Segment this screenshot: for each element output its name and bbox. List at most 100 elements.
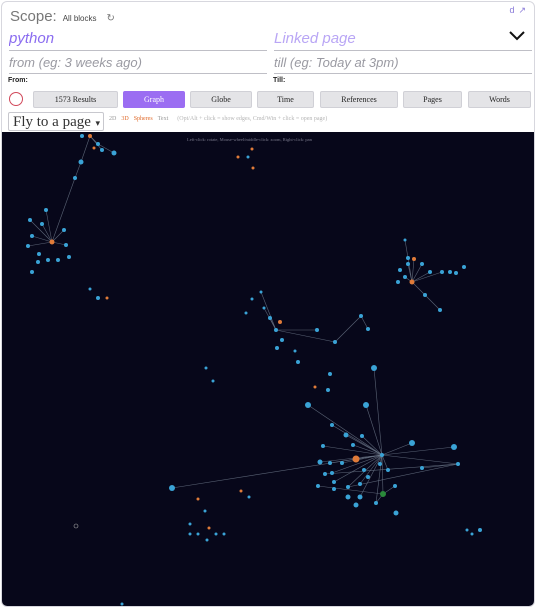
- graph-node[interactable]: [96, 296, 100, 300]
- tab-references[interactable]: References: [320, 91, 398, 108]
- graph-node[interactable]: [357, 494, 363, 500]
- record-toggle[interactable]: [9, 92, 23, 106]
- graph-node[interactable]: [374, 501, 378, 505]
- graph-hub-node[interactable]: [313, 385, 317, 389]
- graph-node[interactable]: [343, 432, 349, 438]
- graph-node[interactable]: [214, 532, 218, 536]
- till-date-input[interactable]: till (eg: Today at 3pm): [274, 55, 532, 74]
- graph-hub-node[interactable]: [278, 320, 282, 324]
- graph-hub-node[interactable]: [105, 296, 109, 300]
- graph-node[interactable]: [346, 485, 350, 489]
- graph-node[interactable]: [44, 208, 48, 212]
- graph-node[interactable]: [371, 365, 377, 371]
- graph-node[interactable]: [345, 494, 351, 500]
- graph-node[interactable]: [111, 150, 117, 156]
- graph-node[interactable]: [100, 148, 104, 152]
- graph-node[interactable]: [36, 260, 40, 264]
- graph-node[interactable]: [211, 379, 215, 383]
- graph-node[interactable]: [328, 372, 332, 376]
- mode-2d[interactable]: 2D: [109, 116, 116, 122]
- graph-node[interactable]: [293, 349, 297, 353]
- open-external-icon[interactable]: ↗: [518, 5, 526, 16]
- graph-node[interactable]: [280, 338, 284, 342]
- graph-hub-node[interactable]: [92, 146, 96, 150]
- graph-node[interactable]: [250, 297, 254, 301]
- graph-node[interactable]: [56, 258, 60, 262]
- graph-node[interactable]: [438, 308, 442, 312]
- graph-node[interactable]: [321, 444, 325, 448]
- tab-words[interactable]: Words: [468, 91, 531, 108]
- graph-node[interactable]: [169, 485, 175, 491]
- graph-node[interactable]: [353, 502, 359, 508]
- search-input[interactable]: python: [9, 30, 267, 51]
- graph-node[interactable]: [188, 522, 192, 526]
- refresh-icon[interactable]: ↻: [107, 13, 115, 24]
- graph-node[interactable]: [380, 491, 386, 497]
- graph-node[interactable]: [362, 468, 366, 472]
- graph-node[interactable]: [120, 602, 124, 606]
- graph-node[interactable]: [244, 311, 248, 315]
- graph-node[interactable]: [78, 159, 84, 165]
- graph-node[interactable]: [274, 328, 278, 332]
- graph-node[interactable]: [62, 228, 66, 232]
- graph-node[interactable]: [420, 262, 424, 266]
- graph-node[interactable]: [423, 293, 427, 297]
- graph-node[interactable]: [406, 256, 410, 260]
- graph-node[interactable]: [262, 306, 266, 310]
- mode-3d[interactable]: 3D: [121, 116, 128, 122]
- graph-node[interactable]: [380, 453, 384, 457]
- graph-node[interactable]: [332, 480, 336, 484]
- graph-node[interactable]: [247, 495, 251, 499]
- graph-node[interactable]: [351, 443, 355, 447]
- graph-node[interactable]: [332, 487, 336, 491]
- mode-spheres[interactable]: Spheres: [134, 116, 153, 122]
- graph-node[interactable]: [454, 271, 458, 275]
- graph-node[interactable]: [330, 471, 334, 475]
- scope-value[interactable]: All blocks: [63, 14, 97, 23]
- graph-node[interactable]: [222, 532, 226, 536]
- tab-time[interactable]: Time: [257, 91, 314, 108]
- graph-node[interactable]: [46, 258, 50, 262]
- tab-graph[interactable]: Graph: [123, 91, 185, 108]
- graph-node[interactable]: [378, 462, 382, 466]
- graph-hub-node[interactable]: [409, 279, 415, 285]
- graph-node[interactable]: [366, 475, 370, 479]
- graph-node[interactable]: [328, 461, 332, 465]
- graph-node[interactable]: [26, 244, 30, 248]
- fly-to-page-select[interactable]: Fly to a page ▾: [8, 112, 104, 131]
- graph-hub-node[interactable]: [412, 257, 416, 261]
- graph-node[interactable]: [478, 528, 482, 532]
- graph-node[interactable]: [358, 482, 362, 486]
- graph-node[interactable]: [333, 340, 337, 344]
- graph-node[interactable]: [451, 444, 457, 450]
- graph-node[interactable]: [316, 484, 320, 488]
- graph-node[interactable]: [428, 270, 432, 274]
- graph-node[interactable]: [359, 314, 363, 318]
- graph-node[interactable]: [196, 532, 200, 536]
- graph-node[interactable]: [73, 523, 79, 529]
- graph-node[interactable]: [37, 252, 41, 256]
- graph-svg[interactable]: [2, 132, 535, 607]
- tab-pages[interactable]: Pages: [403, 91, 462, 108]
- graph-node[interactable]: [64, 243, 68, 247]
- graph-node[interactable]: [393, 484, 397, 488]
- graph-hub-node[interactable]: [88, 134, 92, 138]
- graph-node[interactable]: [30, 270, 34, 274]
- graph-node[interactable]: [386, 468, 390, 472]
- graph-node[interactable]: [470, 532, 474, 536]
- graph-node[interactable]: [393, 510, 399, 516]
- graph-node[interactable]: [456, 462, 460, 466]
- graph-canvas[interactable]: Left-click: rotate, Mouse-wheel/middle-c…: [2, 132, 535, 607]
- graph-node[interactable]: [366, 327, 370, 331]
- results-button[interactable]: 1573 Results: [33, 91, 118, 108]
- graph-hub-node[interactable]: [207, 526, 211, 530]
- from-date-input[interactable]: from (eg: 3 weeks ago): [9, 55, 267, 74]
- chevron-down-icon[interactable]: [508, 28, 526, 42]
- graph-node[interactable]: [259, 290, 263, 294]
- graph-node[interactable]: [96, 142, 100, 146]
- graph-node[interactable]: [305, 402, 311, 408]
- graph-node[interactable]: [363, 402, 369, 408]
- graph-hub-node[interactable]: [352, 455, 360, 463]
- graph-node[interactable]: [67, 255, 71, 259]
- graph-node[interactable]: [40, 222, 44, 226]
